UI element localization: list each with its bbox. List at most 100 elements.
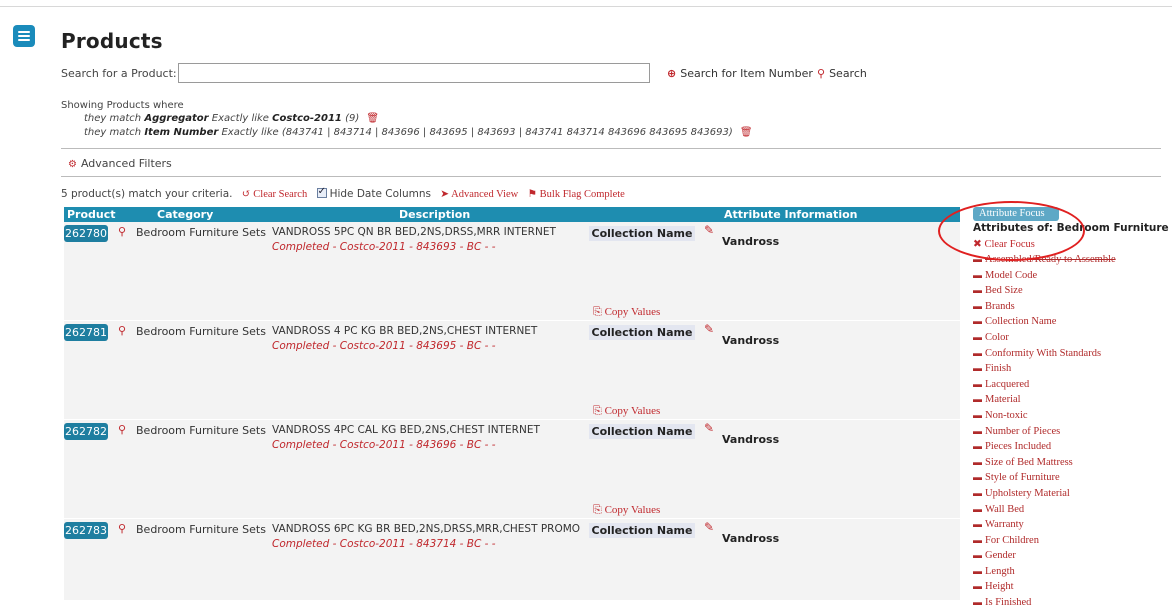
- annotation-circle: [938, 201, 1085, 261]
- attribute-focus-item[interactable]: ▬ Is Finished: [973, 595, 1116, 611]
- attribute-focus-item-label: Color: [985, 331, 1009, 343]
- search-item-number-link[interactable]: ⊕ Search for Item Number: [667, 67, 813, 80]
- criteria-value: Costco-2011: [272, 113, 342, 124]
- attribute-focus-item[interactable]: ▬ Collection Name: [973, 314, 1116, 330]
- folder-icon: ▬: [973, 487, 982, 498]
- advanced-view-link[interactable]: ➤ Advanced View: [440, 189, 518, 200]
- category-cell: Bedroom Furniture Sets: [136, 325, 266, 338]
- status-text: Completed - Costco-2011 - 843695 - BC - …: [272, 340, 496, 352]
- folder-icon: ▬: [973, 331, 982, 342]
- attribute-focus-item-label: Finish: [985, 363, 1012, 375]
- trash-icon[interactable]: 🗑: [740, 127, 753, 138]
- pencil-edit-icon[interactable]: ✎: [704, 421, 714, 435]
- criteria-prefix: they match: [84, 113, 142, 124]
- results-toolbar: 5 product(s) match your criteria. ↺ Clea…: [61, 186, 625, 200]
- attribute-focus-item[interactable]: ▬ Height: [973, 579, 1116, 595]
- attribute-focus-item-label: Is Finished: [985, 597, 1032, 609]
- header-product[interactable]: Product: [67, 208, 116, 221]
- attribute-focus-item[interactable]: ▬ Size of Bed Mattress: [973, 455, 1116, 471]
- attribute-focus-item-label: Upholstery Material: [985, 487, 1070, 499]
- folder-icon: ▬: [973, 316, 982, 327]
- hamburger-menu-icon[interactable]: [13, 25, 35, 47]
- criteria-op: Exactly like: [211, 113, 269, 124]
- header-category[interactable]: Category: [157, 208, 213, 221]
- status-text: Completed - Costco-2011 - 843714 - BC - …: [272, 538, 496, 550]
- attribute-focus-item-label: Pieces Included: [985, 441, 1052, 453]
- table-row: 262780 ⚲ Bedroom Furniture Sets VANDROSS…: [64, 222, 960, 321]
- table-row: 262782 ⚲ Bedroom Furniture Sets VANDROSS…: [64, 420, 960, 519]
- copy-values-link[interactable]: ⎘ Copy Values: [593, 504, 660, 517]
- advanced-view-label: Advanced View: [451, 189, 519, 200]
- attribute-focus-item[interactable]: ▬ Model Code: [973, 268, 1116, 284]
- hide-date-checkbox[interactable]: [316, 186, 327, 198]
- page-title: Products: [61, 29, 163, 53]
- attribute-focus-item[interactable]: ▬ Finish: [973, 361, 1116, 377]
- category-cell: Bedroom Furniture Sets: [136, 523, 266, 536]
- view-product-search-icon[interactable]: ⚲: [118, 225, 126, 238]
- search-plus-icon: ⊕: [667, 67, 677, 80]
- attribute-focus-item[interactable]: ▬ For Children: [973, 533, 1116, 549]
- attribute-focus-item[interactable]: ▬ Style of Furniture: [973, 470, 1116, 486]
- attribute-focus-item-label: Bed Size: [985, 285, 1023, 297]
- search-button[interactable]: ⚲ Search: [817, 67, 867, 80]
- hide-date-columns-toggle[interactable]: Hide Date Columns: [316, 186, 431, 200]
- attribute-name: Collection Name: [589, 325, 695, 340]
- tag-icon: ➤: [440, 189, 452, 200]
- attribute-focus-item[interactable]: ▬ Conformity With Standards: [973, 346, 1116, 362]
- criteria-field: Aggregator: [144, 113, 209, 124]
- product-id-link[interactable]: 262782: [64, 423, 108, 440]
- attribute-focus-item-label: Style of Furniture: [985, 472, 1060, 484]
- product-search-input[interactable]: [178, 63, 650, 83]
- pencil-edit-icon[interactable]: ✎: [704, 223, 714, 237]
- divider: [61, 148, 1161, 149]
- view-product-search-icon[interactable]: ⚲: [118, 324, 126, 337]
- view-product-search-icon[interactable]: ⚲: [118, 522, 126, 535]
- attribute-focus-item-label: Lacquered: [985, 378, 1030, 390]
- view-product-search-icon[interactable]: ⚲: [118, 423, 126, 436]
- category-cell: Bedroom Furniture Sets: [136, 226, 266, 239]
- attribute-value: Vandross: [722, 235, 780, 248]
- gears-icon: ⚙: [68, 159, 77, 170]
- folder-icon: ▬: [973, 363, 982, 374]
- folder-icon: ▬: [973, 394, 982, 405]
- advanced-filters-toggle[interactable]: ⚙ Advanced Filters: [68, 157, 172, 170]
- attribute-focus-item-label: Gender: [985, 550, 1016, 562]
- copy-icon: ⎘: [593, 306, 605, 318]
- header-description[interactable]: Description: [399, 208, 470, 221]
- product-id-link[interactable]: 262783: [64, 522, 108, 539]
- product-id-link[interactable]: 262781: [64, 324, 108, 341]
- copy-values-link[interactable]: ⎘ Copy Values: [593, 405, 660, 418]
- attribute-focus-item[interactable]: ▬ Number of Pieces: [973, 424, 1116, 440]
- attribute-focus-item[interactable]: ▬ Material: [973, 392, 1116, 408]
- attribute-focus-item[interactable]: ▬ Wall Bed: [973, 502, 1116, 518]
- status-text: Completed - Costco-2011 - 843696 - BC - …: [272, 439, 496, 451]
- pencil-edit-icon[interactable]: ✎: [704, 520, 714, 534]
- description-cell: VANDROSS 4PC CAL KG BED,2NS,CHEST INTERN…: [272, 424, 540, 436]
- copy-values-link[interactable]: ⎘ Copy Values: [593, 306, 660, 319]
- attribute-focus-item[interactable]: ▬ Gender: [973, 548, 1116, 564]
- attribute-focus-item[interactable]: ▬ Brands: [973, 299, 1116, 315]
- attribute-focus-item[interactable]: ▬ Warranty: [973, 517, 1116, 533]
- attribute-value: Vandross: [722, 334, 780, 347]
- product-id-link[interactable]: 262780: [64, 225, 108, 242]
- advanced-filters-label: Advanced Filters: [80, 157, 172, 170]
- clear-search-link[interactable]: ↺ Clear Search: [242, 189, 307, 200]
- attribute-focus-item[interactable]: ▬ Bed Size: [973, 283, 1116, 299]
- attribute-focus-item[interactable]: ▬ Length: [973, 564, 1116, 580]
- trash-icon[interactable]: 🗑: [366, 113, 379, 124]
- search-button-label: Search: [829, 67, 867, 80]
- attribute-focus-item[interactable]: ▬ Pieces Included: [973, 439, 1116, 455]
- folder-icon: ▬: [973, 285, 982, 296]
- bulk-flag-complete-link[interactable]: ⚑ Bulk Flag Complete: [528, 189, 625, 200]
- pencil-edit-icon[interactable]: ✎: [704, 322, 714, 336]
- folder-icon: ▬: [973, 409, 982, 420]
- attribute-focus-item[interactable]: ▬ Non-toxic: [973, 408, 1116, 424]
- attribute-focus-item[interactable]: ▬ Color: [973, 330, 1116, 346]
- category-cell: Bedroom Furniture Sets: [136, 424, 266, 437]
- attribute-focus-item-label: Material: [985, 394, 1021, 406]
- attribute-focus-item[interactable]: ▬ Lacquered: [973, 377, 1116, 393]
- attribute-focus-item-label: Model Code: [985, 269, 1038, 281]
- folder-icon: ▬: [973, 565, 982, 576]
- attribute-name: Collection Name: [589, 226, 695, 241]
- attribute-focus-item[interactable]: ▬ Upholstery Material: [973, 486, 1116, 502]
